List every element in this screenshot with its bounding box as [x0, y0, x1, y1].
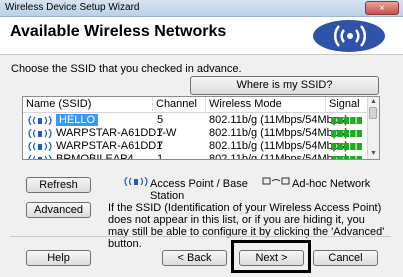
- window-title: Wireless Device Setup Wizard: [5, 2, 140, 13]
- column-divider: [325, 97, 326, 111]
- signal-strength-icon: [331, 143, 362, 150]
- access-point-icon: [28, 116, 52, 125]
- close-button[interactable]: ×: [365, 1, 399, 15]
- back-label: < Back: [177, 252, 212, 264]
- refresh-button[interactable]: Refresh: [26, 177, 91, 193]
- column-divider: [152, 97, 153, 111]
- advanced-label: Advanced: [34, 204, 83, 216]
- instruction-text: Choose the SSID that you checked in adva…: [11, 63, 242, 75]
- access-point-icon: [124, 177, 148, 186]
- access-point-icon: [28, 129, 52, 138]
- cancel-label: Cancel: [328, 252, 363, 264]
- ssid-row[interactable]: WARPSTAR-A61DD1-W 7 802.11b/g (11Mbps/54Mb…: [23, 126, 369, 140]
- title-bar: Wireless Device Setup Wizard ×: [0, 0, 403, 17]
- scroll-down-arrow-icon[interactable]: ▼: [368, 149, 379, 159]
- ssid-row[interactable]: HELLO 5 802.11b/g (11Mbps/54Mbps): [23, 113, 369, 127]
- scroll-thumb[interactable]: [369, 107, 377, 119]
- signal-strength-icon: [331, 117, 362, 124]
- list-scrollbar[interactable]: ▲ ▼: [367, 97, 379, 159]
- access-point-icon: [28, 142, 52, 151]
- where-is-my-ssid-label: Where is my SSID?: [236, 79, 333, 91]
- access-point-icon: [28, 155, 52, 159]
- ssid-wireless-mode: 802.11b/g (11Mbps/54Mbps): [209, 127, 349, 139]
- wireless-logo-icon: [313, 20, 385, 52]
- ssid-channel: 7: [157, 127, 164, 139]
- access-point-legend-label: Access Point / Base Station: [150, 178, 248, 202]
- cancel-button[interactable]: Cancel: [313, 250, 378, 266]
- refresh-label: Refresh: [39, 179, 78, 191]
- ssid-wireless-mode: 802.11b/g (11Mbps/54Mbps): [209, 140, 349, 152]
- advanced-button[interactable]: Advanced: [26, 202, 91, 218]
- ssid-wireless-mode: 802.11b/g (11Mbps/54Mbps): [209, 153, 349, 160]
- ssid-channel: 5: [157, 114, 164, 126]
- help-label: Help: [47, 252, 70, 264]
- wizard-header: Available Wireless Networks: [0, 17, 403, 55]
- ssid-channel: 1: [157, 153, 164, 160]
- adhoc-legend-label: Ad-hoc Network: [292, 178, 371, 190]
- signal-strength-icon: [331, 156, 362, 159]
- help-button[interactable]: Help: [26, 250, 91, 266]
- column-header-channel[interactable]: Channel: [156, 98, 197, 110]
- ssid-row[interactable]: BRMOBILEAP4 1 802.11b/g (11Mbps/54Mbps): [23, 152, 369, 160]
- page-title: Available Wireless Networks: [10, 23, 227, 40]
- column-header-signal[interactable]: Signal: [329, 98, 360, 110]
- signal-strength-icon: [331, 130, 362, 137]
- ssid-name: WARPSTAR-A61DD1: [56, 140, 163, 152]
- ssid-name: BRMOBILEAP4: [56, 153, 134, 160]
- ssid-wireless-mode: 802.11b/g (11Mbps/54Mbps): [209, 114, 349, 126]
- ssid-list-header: Name (SSID) Channel Wireless Mode Signal: [23, 97, 369, 113]
- ssid-name: HELLO: [56, 114, 99, 126]
- ssid-row[interactable]: WARPSTAR-A61DD1 7 802.11b/g (11Mbps/54Mbps…: [23, 139, 369, 153]
- footer-divider: [10, 236, 391, 237]
- where-is-my-ssid-button[interactable]: Where is my SSID?: [190, 76, 379, 95]
- adhoc-network-icon: [262, 177, 290, 185]
- scroll-up-arrow-icon[interactable]: ▲: [368, 97, 379, 107]
- ssid-list[interactable]: Name (SSID) Channel Wireless Mode Signal…: [22, 96, 380, 160]
- back-button[interactable]: < Back: [162, 250, 227, 266]
- ssid-channel: 7: [157, 140, 164, 152]
- next-button-highlight-box: [231, 240, 311, 273]
- column-header-wireless-mode[interactable]: Wireless Mode: [209, 98, 282, 110]
- column-divider: [205, 97, 206, 111]
- column-header-name[interactable]: Name (SSID): [26, 98, 91, 110]
